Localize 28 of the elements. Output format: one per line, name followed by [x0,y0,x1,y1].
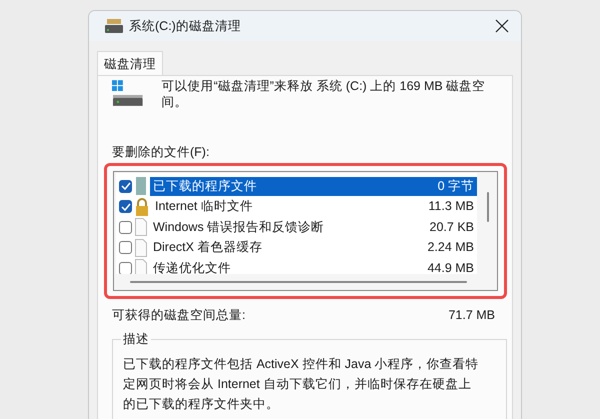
list-item[interactable]: 传递优化文件 44.9 MB [150,258,477,274]
files-label: 要删除的文件(F): [112,144,210,160]
checkbox[interactable] [119,241,132,254]
lock-icon [135,198,149,216]
close-icon[interactable] [495,19,509,33]
list-item[interactable]: 已下载的程序文件 0 字节 [150,176,477,196]
file-icon [135,259,147,274]
list-item[interactable]: Windows 错误报告和反馈诊断 20.7 KB [150,218,477,237]
checkbox[interactable] [119,200,132,214]
group-title: 描述 [121,331,151,347]
scrollbar[interactable] [487,192,489,222]
description-text: 已下载的程序文件包括 ActiveX 控件和 Java 小程序，你查看特定网页时将会从 Internet 自动下载它们，并临时保存在硬盘上的已下载的程序文件夹中。 [123,356,480,413]
file-icon [135,218,147,236]
tab[interactable]: 磁盘清理 [97,51,163,75]
intro-text: 可以使用“磁盘清理”来释放 系统 (C:) 上的 169 MB 磁盘空间。 [162,78,486,110]
total-label: 可获得的磁盘空间总量: [112,307,246,323]
file-list[interactable]: 已下载的程序文件 0 字节 Internet 临时文件 11.3 MB Windows 错误报告和反馈诊断 20.7 KB DirectX 着色器缓存 2.24 MB 传递优化文件 44.9 MB [113,171,498,291]
window-title: 系统(C:)的磁盘清理 [129,18,242,34]
total-value: 71.7 MB [448,307,495,323]
list-item[interactable]: Internet 临时文件 11.3 MB [152,197,477,216]
scrollbar[interactable] [130,281,467,283]
checkbox[interactable] [119,220,132,234]
drive-icon [112,80,144,106]
checkbox[interactable] [119,180,132,193]
file-icon [135,238,147,257]
checkbox[interactable] [119,262,132,274]
disk-icon [105,19,123,33]
list-item[interactable]: DirectX 着色器缓存 2.24 MB [150,238,477,258]
